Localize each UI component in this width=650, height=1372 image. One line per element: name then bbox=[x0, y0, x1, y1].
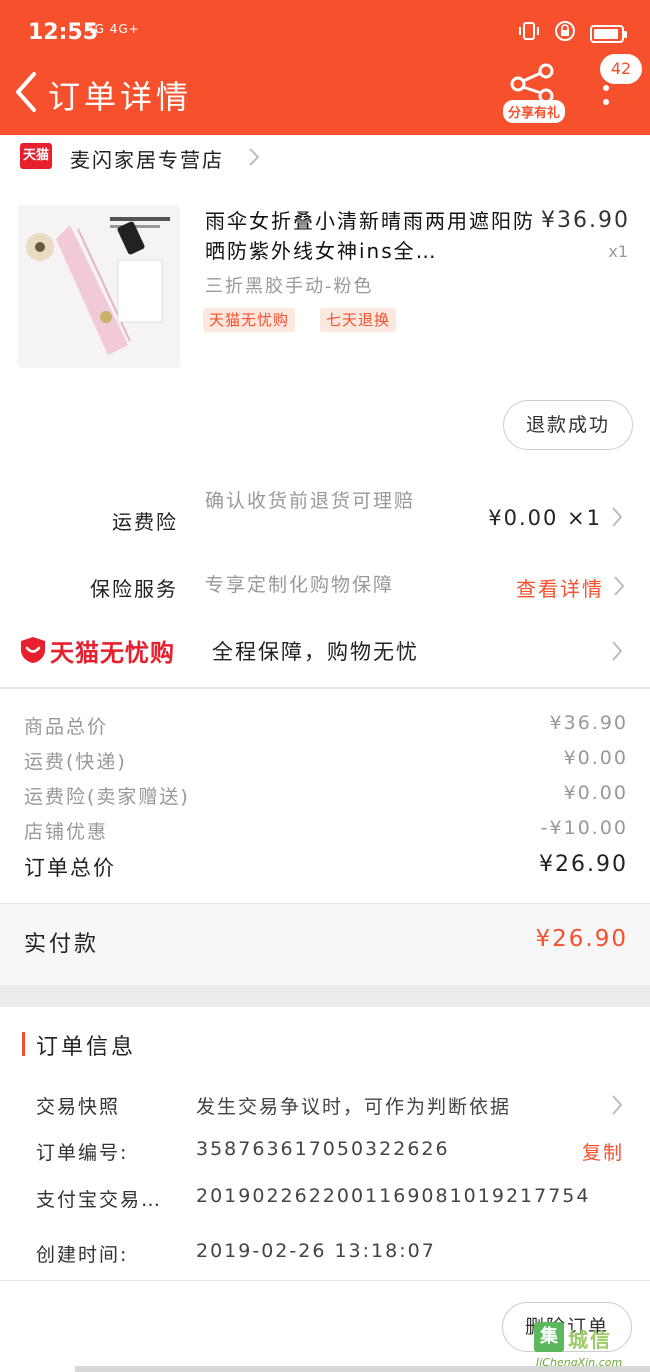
chevron-right-icon[interactable] bbox=[612, 575, 626, 597]
watermark: 集 城信 JiChengXin.com bbox=[534, 1322, 650, 1372]
chevron-right-icon bbox=[249, 148, 260, 166]
wuyou-logo: 天猫无忧购 bbox=[20, 636, 175, 667]
chevron-right-icon[interactable] bbox=[610, 1094, 624, 1116]
price-label: 商品总价 bbox=[24, 716, 109, 738]
more-icon[interactable] bbox=[596, 82, 616, 112]
chevron-right-icon bbox=[612, 641, 623, 661]
price-label: 运费险(卖家赠送) bbox=[24, 786, 190, 808]
status-signal: 4G 4G+ bbox=[86, 22, 140, 36]
watermark-logo: 集 bbox=[534, 1322, 564, 1352]
order-info-title: 订单信息 bbox=[36, 1035, 137, 1060]
product-sku: 三折黑胶手动-粉色 bbox=[205, 276, 374, 297]
product-title[interactable]: 雨伞女折叠小清新晴雨两用遮阳防晒防紫外线女神ins全… bbox=[205, 206, 535, 266]
price-value: ¥0.00 bbox=[563, 782, 628, 804]
page-title: 订单详情 bbox=[48, 78, 193, 116]
store-name[interactable]: 麦闪家居专营店 bbox=[70, 144, 224, 173]
info-label: 交易快照 bbox=[36, 1096, 121, 1118]
shield-icon bbox=[21, 637, 45, 663]
section-gap bbox=[0, 985, 650, 1007]
alipay-trade-number: 2019022622001169081019217754 bbox=[196, 1185, 591, 1207]
snapshot-desc[interactable]: 发生交易争议时，可作为判断依据 bbox=[196, 1092, 511, 1119]
order-total-value: ¥26.90 bbox=[539, 852, 628, 877]
lock-icon bbox=[554, 20, 576, 47]
back-arrow-icon[interactable] bbox=[12, 70, 42, 114]
price-label: 运费(快递) bbox=[24, 751, 127, 773]
battery-icon bbox=[590, 24, 627, 43]
chevron-right-icon[interactable] bbox=[610, 506, 624, 528]
section-title-accent bbox=[22, 1032, 25, 1056]
status-icons bbox=[518, 20, 627, 47]
insurance-service-label: 保险服务 bbox=[90, 577, 178, 601]
message-badge: 42 bbox=[600, 54, 642, 84]
store-row[interactable]: 天猫 麦闪家居专营店 bbox=[0, 138, 650, 174]
paid-label: 实付款 bbox=[24, 932, 100, 957]
product-tag: 七天退换 bbox=[320, 308, 397, 332]
price-row: 商品总价 ¥36.90 bbox=[0, 712, 650, 742]
order-total-label: 订单总价 bbox=[24, 856, 116, 880]
vibrate-icon bbox=[518, 20, 540, 47]
price-row: 运费(快递) ¥0.00 bbox=[0, 747, 650, 777]
created-time: 2019-02-26 13:18:07 bbox=[196, 1240, 436, 1262]
section-divider bbox=[0, 687, 650, 689]
order-number: 358763617050322626 bbox=[196, 1138, 450, 1160]
tmall-wuyou-row[interactable]: 天猫无忧购 全程保障，购物无忧 bbox=[0, 626, 650, 674]
bottom-toolbar-edge bbox=[75, 1366, 650, 1372]
watermark-text: 城信 bbox=[568, 1328, 612, 1352]
share-label[interactable]: 分享有礼 bbox=[503, 100, 566, 123]
freight-insurance-label: 运费险 bbox=[112, 510, 178, 534]
price-value: ¥0.00 bbox=[563, 747, 628, 769]
copy-button[interactable]: 复制 bbox=[582, 1138, 624, 1165]
product-image[interactable] bbox=[18, 205, 180, 368]
info-label: 订单编号: bbox=[36, 1142, 129, 1164]
info-label: 创建时间: bbox=[36, 1244, 129, 1266]
insurance-service-desc: 专享定制化购物保障 bbox=[205, 574, 395, 596]
freight-insurance-desc: 确认收货前退货可理赔 bbox=[205, 490, 416, 512]
tmall-logo: 天猫 bbox=[20, 143, 52, 169]
app-header: 12:55 4G 4G+ 订单详情 分享有礼 42 bbox=[0, 0, 650, 135]
paid-amount-row: 实付款 ¥26.90 bbox=[0, 903, 650, 985]
refund-status-button[interactable]: 退款成功 bbox=[503, 400, 633, 450]
product-quantity: x1 bbox=[608, 242, 628, 261]
price-row: 店铺优惠 -¥10.00 bbox=[0, 817, 650, 847]
info-label: 支付宝交易… bbox=[36, 1189, 163, 1211]
view-detail-link[interactable]: 查看详情 bbox=[516, 573, 604, 602]
wuyou-slogan: 全程保障，购物无忧 bbox=[212, 640, 419, 664]
product-price: ¥36.90 bbox=[541, 208, 630, 233]
section-divider bbox=[0, 1280, 650, 1281]
product-tag: 天猫无忧购 bbox=[203, 308, 296, 332]
price-row: 运费险(卖家赠送) ¥0.00 bbox=[0, 782, 650, 812]
freight-insurance-value: ¥0.00 ×1 bbox=[488, 506, 602, 530]
wuyou-logo-text: 天猫无忧购 bbox=[50, 638, 175, 667]
price-value: -¥10.00 bbox=[540, 817, 628, 839]
paid-value: ¥26.90 bbox=[535, 926, 628, 952]
price-value: ¥36.90 bbox=[549, 712, 628, 734]
price-label: 店铺优惠 bbox=[24, 821, 109, 843]
